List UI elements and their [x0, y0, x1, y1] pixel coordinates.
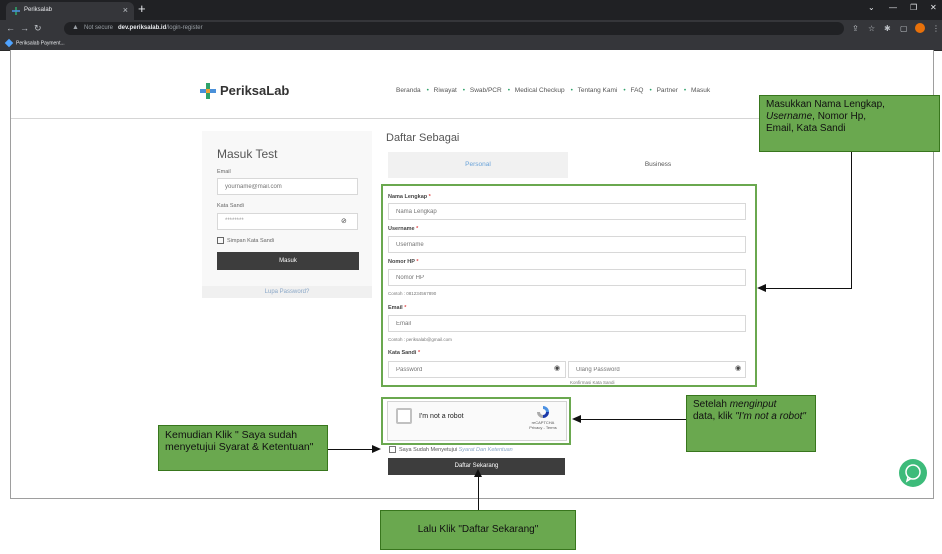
profile-avatar[interactable] [915, 23, 925, 33]
bookmark-icon [4, 38, 14, 48]
warning-icon: ▲ [72, 24, 79, 31]
connector-line [478, 476, 479, 510]
email-hint: Contoh : periksalab@gmail.com [388, 337, 452, 342]
recaptcha-checkbox[interactable] [396, 408, 412, 424]
back-icon[interactable]: ← [6, 23, 15, 33]
nav-tentang-kami[interactable]: Tentang Kami [578, 87, 618, 94]
periksalab-favicon-icon [12, 7, 20, 15]
logo-text: PeriksaLab [220, 83, 290, 98]
tab-business[interactable]: Business [568, 152, 748, 178]
connector-line [851, 152, 852, 288]
confirm-hint: Konfirmasi Kata Sandi [570, 380, 615, 385]
login-email-input[interactable] [217, 178, 358, 195]
show-password-icon[interactable]: ◉ [554, 364, 560, 372]
terms-label: Saya Sudah Menyetujui [399, 446, 458, 453]
tab-personal[interactable]: Personal [388, 152, 568, 178]
forward-icon[interactable]: → [20, 23, 29, 33]
phone-input[interactable] [388, 269, 746, 286]
share-icon[interactable]: ⇪ [852, 24, 859, 33]
menu-kebab-icon[interactable]: ⋮ [932, 24, 940, 33]
sidebar-icon[interactable]: ▢ [900, 24, 908, 33]
nav-beranda[interactable]: Beranda [396, 87, 421, 94]
nav-faq[interactable]: FAQ [630, 87, 643, 94]
email-label: Email * [388, 305, 407, 311]
login-title: Masuk Test [217, 147, 278, 161]
nav-separator: • [649, 87, 652, 94]
nav-masuk[interactable]: Masuk [691, 87, 710, 94]
name-label: Nama Lengkap * [388, 194, 431, 200]
login-email-label: Email [217, 169, 231, 175]
nav-separator: • [507, 87, 510, 94]
browser-tab-title: Periksalab [24, 7, 53, 13]
nav-partner[interactable]: Partner [657, 87, 678, 94]
password-input[interactable] [388, 361, 566, 378]
nav-medical-checkup[interactable]: Medical Checkup [515, 87, 565, 94]
remember-label: Simpan Kata Sandi [227, 237, 275, 244]
phone-label: Nomor HP * [388, 259, 419, 265]
password-mask: ******** [225, 218, 244, 224]
extensions-icon[interactable]: ✱ [884, 24, 891, 33]
reload-icon[interactable]: ↻ [34, 23, 42, 34]
arrow-head [372, 445, 381, 453]
password-label: Kata Sandi * [388, 350, 421, 356]
name-input[interactable] [388, 203, 746, 220]
recaptcha-logo-icon [537, 406, 549, 418]
connector-line [580, 419, 686, 420]
nav-separator: • [462, 87, 466, 94]
checkbox-icon [217, 237, 224, 244]
terms-link[interactable]: Syarat Dan Ketentuan [459, 447, 513, 453]
login-password-label: Kata Sandi [217, 203, 244, 209]
new-tab-button[interactable]: + [138, 1, 146, 16]
periksalab-logo-icon [200, 83, 216, 99]
chat-button[interactable] [899, 459, 927, 487]
annotation-submit: Lalu Klik "Daftar Sekarang" [380, 510, 576, 550]
chat-bubble-icon [905, 464, 921, 483]
close-tab-icon[interactable]: × [123, 5, 128, 15]
phone-hint: Contoh : 081234567890 [388, 291, 437, 296]
nav-separator: • [426, 87, 429, 94]
show-confirm-password-icon[interactable]: ◉ [735, 364, 741, 372]
nav-swab-pcr[interactable]: Swab/PCR [470, 87, 502, 94]
login-submit-button[interactable]: Masuk [217, 252, 359, 270]
recaptcha-label: I'm not a robot [419, 413, 464, 420]
arrow-head [757, 284, 766, 292]
tab-search-icon[interactable]: ⌄ [868, 3, 875, 12]
login-password-input[interactable]: ******** [217, 213, 358, 230]
nav-riwayat[interactable]: Riwayat [434, 87, 457, 94]
browser-tab[interactable]: Periksalab × [6, 2, 134, 20]
username-input[interactable] [388, 236, 746, 253]
recaptcha-brand: reCAPTCHA Privacy - Terms [523, 420, 563, 430]
recaptcha-terms-link[interactable]: Privacy - Terms [523, 425, 563, 430]
annotation-terms: Kemudian Klik " Saya sudah menyetujui Sy… [158, 425, 328, 471]
minimize-icon[interactable]: — [889, 3, 897, 12]
register-title: Daftar Sebagai [386, 132, 460, 144]
confirm-password-input[interactable] [568, 361, 746, 378]
connector-line [328, 449, 372, 450]
terms-checkbox[interactable]: Saya Sudah Menyetujui Syarat Dan Ketentu… [389, 446, 513, 453]
address-bar[interactable]: ▲ Not secure dev.periksalab.id/login-reg… [64, 22, 844, 35]
forgot-password-link[interactable]: Lupa Password? [202, 286, 372, 298]
url-text: dev.periksalab.id/login-register [118, 25, 203, 31]
main-nav: Beranda • Riwayat • Swab/PCR • Medical Chec… [396, 87, 713, 94]
annotation-fields: Masukkan Nama Lengkap, Username, Nomor H… [759, 95, 940, 152]
connector-line [766, 288, 852, 289]
star-icon[interactable]: ☆ [868, 24, 875, 33]
checkbox-icon [389, 446, 396, 453]
username-label: Username * [388, 226, 419, 232]
maximize-icon[interactable]: ❐ [910, 3, 917, 12]
email-input[interactable] [388, 315, 746, 332]
close-window-icon[interactable]: ✕ [930, 3, 937, 12]
nav-separator: • [683, 87, 687, 94]
remember-checkbox[interactable]: Simpan Kata Sandi [217, 237, 274, 244]
arrow-head [474, 469, 482, 477]
hide-password-icon[interactable]: ⊘ [341, 217, 347, 225]
arrow-head [572, 415, 581, 423]
not-secure-label: Not secure [84, 25, 114, 31]
annotation-captcha: Setelah menginput data, klik "I'm not a … [686, 395, 816, 452]
nav-separator: • [570, 87, 573, 94]
nav-separator: • [623, 87, 626, 94]
bookmark-item[interactable]: Periksalab Payment... [4, 38, 65, 48]
